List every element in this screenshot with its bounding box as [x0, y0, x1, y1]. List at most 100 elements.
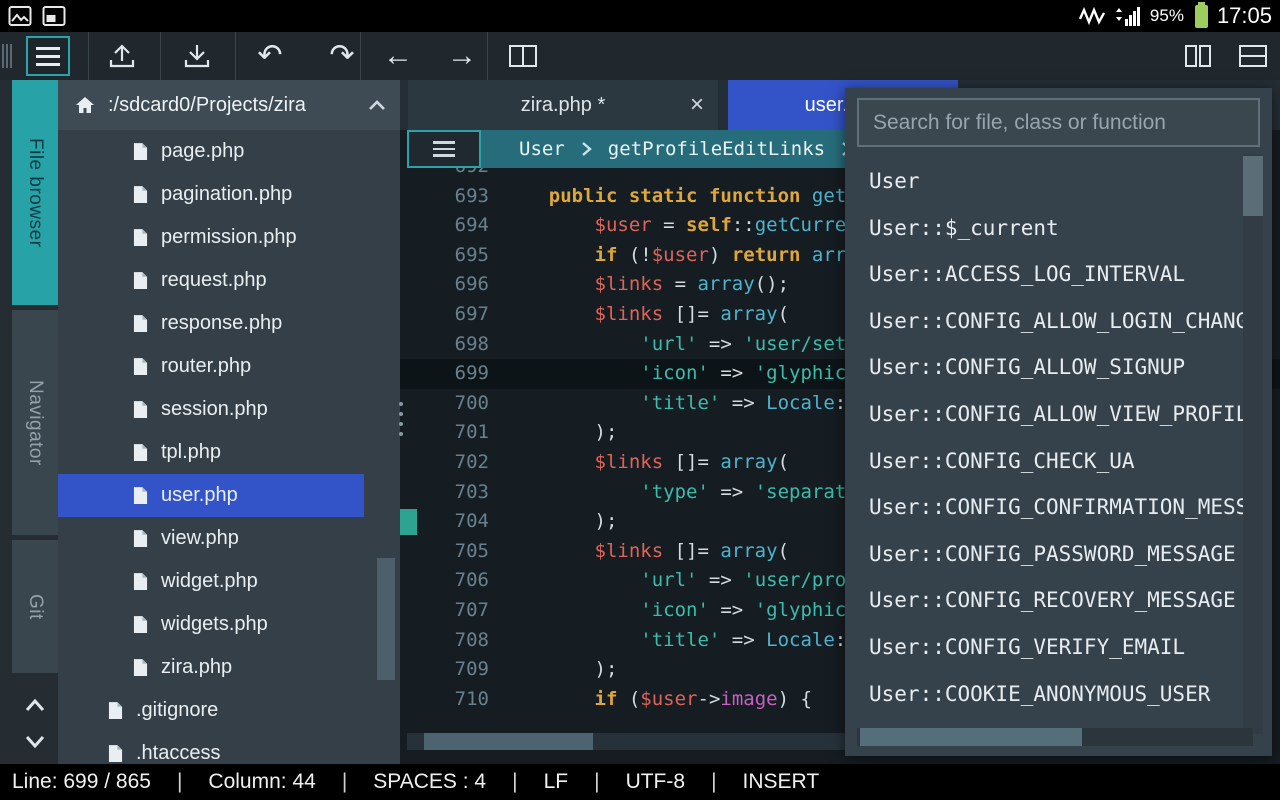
navigate-back-button[interactable]: ← [374, 32, 422, 80]
file-icon [133, 572, 148, 591]
statusbar-separator: | [594, 770, 599, 794]
file-row-.htaccess[interactable]: .htaccess [58, 732, 364, 764]
sidebar-tab-file-browser[interactable]: File browser [12, 80, 58, 305]
horizontal-split-icon [1238, 44, 1268, 68]
upload-button[interactable] [98, 32, 146, 80]
drawer-grip[interactable] [2, 44, 12, 68]
search-result-item[interactable]: User::ACCESS_LOG_INTERVAL [845, 251, 1245, 298]
save-button[interactable] [173, 32, 221, 80]
menu-button[interactable] [26, 36, 70, 76]
file-row-widgets.php[interactable]: widgets.php [58, 603, 364, 646]
search-result-item[interactable]: User::CONFIG_ALLOW_VIEW_PROFILE [845, 391, 1245, 438]
statusbar-separator: | [711, 770, 716, 794]
gutter-margin [400, 537, 417, 567]
search-result-item[interactable]: User::CONFIG_CHECK_UA [845, 438, 1245, 485]
search-result-item[interactable]: User::$_current [845, 205, 1245, 252]
results-hscrollbar[interactable] [857, 728, 1253, 746]
gutter-margin [400, 241, 417, 271]
navigate-forward-button[interactable]: → [438, 32, 486, 80]
code-text: ); [503, 418, 617, 448]
file-row-request.php[interactable]: request.php [58, 259, 364, 302]
file-name: page.php [161, 140, 244, 163]
status-segment: INSERT [743, 770, 820, 794]
two-panes-button[interactable] [1174, 32, 1222, 80]
gutter-margin [400, 182, 417, 212]
file-name: permission.php [161, 226, 297, 249]
horizontal-split-button[interactable] [1229, 32, 1277, 80]
breadcrumb-item[interactable]: getProfileEditLinks [608, 138, 825, 160]
undo-button[interactable]: ↶ [246, 32, 294, 80]
file-icon [133, 443, 148, 462]
editor-menu-button[interactable] [407, 130, 481, 168]
code-text: if ($user->image) { [503, 685, 812, 715]
file-name: tpl.php [161, 441, 221, 464]
gutter-margin [400, 330, 417, 360]
undo-icon: ↶ [257, 41, 282, 71]
file-row-view.php[interactable]: view.php [58, 517, 364, 560]
gutter-margin [400, 685, 417, 715]
results-hscroll-thumb[interactable] [860, 728, 1082, 746]
rail-scroll-down-button[interactable] [12, 725, 58, 759]
redo-button[interactable]: ↷ [318, 32, 366, 80]
home-icon [74, 95, 96, 115]
code-text: if (!$user) return array(); [503, 241, 903, 271]
battery-icon [1195, 5, 1208, 28]
file-row-user.php[interactable]: user.php [58, 474, 364, 517]
search-result-item[interactable]: User::CONFIG_VERIFY_EMAIL [845, 624, 1245, 671]
file-row-router.php[interactable]: router.php [58, 345, 364, 388]
chevron-down-icon [23, 734, 47, 750]
line-number: 698 [417, 330, 503, 360]
breadcrumb-item[interactable]: User [519, 138, 565, 160]
status-segment: Line: 699 / 865 [12, 770, 151, 794]
signal-icon [1114, 4, 1141, 28]
search-result-item[interactable]: User::CONFIG_PASSWORD_MESSAGE [845, 531, 1245, 578]
editor-hscrollbar[interactable] [407, 733, 847, 750]
file-row-page.php[interactable]: page.php [58, 130, 364, 173]
sidebar-tab-git[interactable]: Git [12, 540, 58, 673]
file-row-.gitignore[interactable]: .gitignore [58, 689, 364, 732]
file-browser-path-bar[interactable]: :/sdcard0/Projects/zira [58, 80, 400, 130]
editor-tab-zira.php[interactable]: zira.php *× [408, 80, 718, 130]
search-box [857, 98, 1260, 147]
panel-resize-handle[interactable] [397, 402, 405, 448]
search-results: UserUser::$_currentUser::ACCESS_LOG_INTE… [845, 158, 1245, 718]
file-name: session.php [161, 398, 268, 421]
rail-scroll-up-button[interactable] [12, 688, 58, 722]
file-row-tpl.php[interactable]: tpl.php [58, 431, 364, 474]
file-row-zira.php[interactable]: zira.php [58, 646, 364, 689]
file-row-pagination.php[interactable]: pagination.php [58, 173, 364, 216]
line-number: 695 [417, 241, 503, 271]
search-overlay: UserUser::$_currentUser::ACCESS_LOG_INTE… [845, 88, 1272, 756]
search-result-item[interactable]: User::COOKIE_ANONYMOUS_USER [845, 671, 1245, 718]
line-number: 709 [417, 655, 503, 685]
tab-close-icon[interactable]: × [690, 93, 704, 117]
change-marker [400, 509, 417, 535]
results-vscroll-thumb[interactable] [1243, 156, 1263, 216]
split-view-icon [508, 44, 538, 68]
search-input[interactable] [859, 100, 1258, 145]
current-path: :/sdcard0/Projects/zira [108, 94, 354, 117]
redo-icon: ↷ [329, 41, 354, 71]
editor-hscroll-thumb[interactable] [424, 733, 593, 750]
search-result-item[interactable]: User::CONFIG_ALLOW_SIGNUP [845, 344, 1245, 391]
file-icon [133, 486, 148, 505]
code-text: $links = array(); [503, 270, 789, 300]
file-row-widget.php[interactable]: widget.php [58, 560, 364, 603]
results-vscrollbar[interactable] [1243, 154, 1263, 734]
file-row-session.php[interactable]: session.php [58, 388, 364, 431]
collapse-path-icon[interactable] [366, 98, 388, 112]
battery-percent: 95% [1150, 6, 1184, 26]
file-row-permission.php[interactable]: permission.php [58, 216, 364, 259]
search-result-item[interactable]: User::CONFIG_ALLOW_LOGIN_CHANGE [845, 298, 1245, 345]
save-icon [182, 42, 212, 70]
file-list-scrollbar[interactable] [377, 558, 395, 680]
search-result-item[interactable]: User::CONFIG_CONFIRMATION_MESSAGE [845, 484, 1245, 531]
file-icon [133, 400, 148, 419]
search-result-item[interactable]: User [845, 158, 1245, 205]
file-row-response.php[interactable]: response.php [58, 302, 364, 345]
split-view-button[interactable] [499, 32, 547, 80]
line-number: 697 [417, 300, 503, 330]
sidebar-tab-navigator[interactable]: Navigator [12, 310, 58, 535]
gutter-margin [400, 507, 417, 537]
search-result-item[interactable]: User::CONFIG_RECOVERY_MESSAGE [845, 577, 1245, 624]
